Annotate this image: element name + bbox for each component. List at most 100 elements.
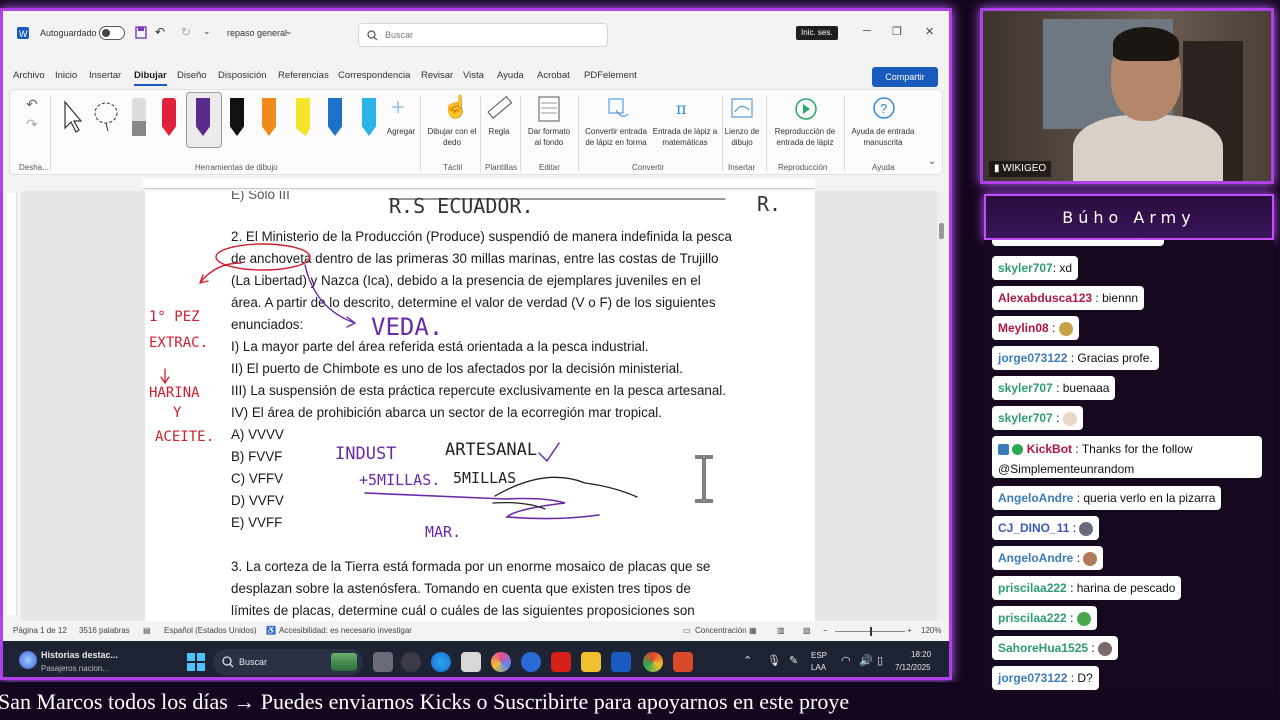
wifi-icon[interactable]: ◠ <box>841 654 851 667</box>
zoom-app-icon[interactable] <box>521 652 541 672</box>
chat-username[interactable]: jorge073122 <box>998 351 1067 365</box>
focus-mode-label[interactable]: Concentración <box>695 626 747 635</box>
edge-browser-icon[interactable] <box>431 652 451 672</box>
input-language-layout[interactable]: LAA <box>811 663 826 672</box>
news-widget-subtitle[interactable]: Pasajeros nacion... <box>41 664 109 673</box>
chat-username[interactable]: skyler707 <box>998 411 1053 425</box>
minimize-button[interactable]: ─ <box>863 25 871 37</box>
draw-finger-label[interactable]: Dibujar con el dedo <box>426 126 478 148</box>
file-explorer-icon[interactable] <box>581 652 601 672</box>
proofing-icon[interactable]: ▤ <box>143 626 151 635</box>
ink-replay-label[interactable]: Reproducción de entrada de lápiz <box>770 126 840 148</box>
highlighter-yellow-icon[interactable] <box>296 98 310 136</box>
tab-disposicion[interactable]: Disposición <box>218 70 267 81</box>
word-taskbar-icon[interactable] <box>611 652 631 672</box>
chat-username[interactable]: Meylin08 <box>998 321 1049 335</box>
chat-username[interactable]: Alexabdusca123 <box>998 291 1092 305</box>
tab-revisar[interactable]: Revisar <box>421 70 453 81</box>
add-pen-label[interactable]: Agregar <box>386 126 416 137</box>
language-status[interactable]: Español (Estados Unidos) <box>164 626 257 635</box>
chat-username[interactable]: priscilaa222 <box>998 581 1067 595</box>
chat-username[interactable]: skyler707 <box>998 261 1053 275</box>
document-page[interactable]: E) Solo III 2. El Ministerio de la Produ… <box>145 191 815 621</box>
tab-insertar[interactable]: Insertar <box>89 70 121 81</box>
app-icon[interactable] <box>401 652 421 672</box>
ink-to-math-icon[interactable]: π <box>674 96 698 122</box>
chat-username[interactable]: KickBot <box>1027 442 1072 456</box>
tab-pdfelement[interactable]: PDFelement <box>584 70 637 81</box>
chat-username[interactable]: priscilaa222 <box>998 611 1067 625</box>
redo-icon[interactable]: ↻ <box>181 25 191 39</box>
format-background-label[interactable]: Dar formato al fondo <box>524 126 574 148</box>
vertical-scrollbar[interactable] <box>937 191 946 621</box>
undo-icon[interactable]: ↶ <box>155 25 165 39</box>
chevron-down-icon[interactable]: ⌄ <box>285 26 293 37</box>
chat-username[interactable]: jorge073122 <box>998 671 1067 685</box>
zoom-level[interactable]: 120% <box>921 626 941 635</box>
pen-blue-icon[interactable] <box>328 98 342 136</box>
zoom-slider-thumb[interactable] <box>870 627 872 636</box>
autosave-toggle[interactable] <box>99 26 125 40</box>
print-layout-icon[interactable]: ▥ <box>777 626 785 635</box>
focus-mode-icon[interactable]: ▭ <box>683 626 691 635</box>
chat-username[interactable]: SahoreHua1525 <box>998 641 1088 655</box>
pen-tray-icon[interactable]: ✎ <box>789 654 798 667</box>
pen-orange-icon[interactable] <box>262 98 276 136</box>
tab-dibujar[interactable]: Dibujar <box>134 70 167 86</box>
scrollbar-thumb[interactable] <box>939 223 944 239</box>
pen-cyan-icon[interactable] <box>362 98 376 136</box>
signin-button[interactable]: Inic. ses. <box>796 26 838 40</box>
read-mode-icon[interactable]: ▦ <box>749 626 757 635</box>
close-button[interactable]: ✕ <box>925 25 934 38</box>
chat-username[interactable]: AngeloAndre <box>998 491 1073 505</box>
copilot-icon[interactable] <box>491 652 511 672</box>
news-widget-title[interactable]: Historias destac... <box>41 650 118 660</box>
collapse-ribbon-icon[interactable]: ⌄ <box>928 156 936 167</box>
task-view-icon[interactable] <box>373 652 393 672</box>
document-name[interactable]: repaso general <box>227 28 287 38</box>
customize-icon[interactable]: ⌄ <box>203 26 211 37</box>
search-input[interactable]: Buscar <box>358 23 608 47</box>
tab-ayuda[interactable]: Ayuda <box>497 70 524 81</box>
taskbar-search[interactable]: Buscar <box>213 649 363 675</box>
drawing-canvas-label[interactable]: Lienzo de dibujo <box>724 126 760 148</box>
battery-icon[interactable]: ▯ <box>877 654 883 667</box>
ruler-label[interactable]: Regla <box>482 126 516 137</box>
draw-finger-icon[interactable]: ☝ <box>442 94 469 120</box>
page-count[interactable]: Página 1 de 12 <box>13 626 67 635</box>
tab-correspondencia[interactable]: Correspondencia <box>338 70 410 81</box>
ruler-icon[interactable] <box>486 96 512 122</box>
zoom-out-button[interactable]: − <box>823 626 828 635</box>
select-arrow-icon[interactable] <box>62 100 82 134</box>
share-button[interactable]: Compartir <box>872 67 938 87</box>
clock-time[interactable]: 18:20 <box>911 650 931 659</box>
weather-news-icon[interactable] <box>19 651 37 669</box>
chat-username[interactable]: AngeloAndre <box>998 551 1073 565</box>
chat-username[interactable]: skyler707 <box>998 381 1053 395</box>
redo-icon[interactable]: ↷ <box>26 116 38 133</box>
chevron-up-icon[interactable]: ⌃ <box>743 654 752 667</box>
ink-replay-icon[interactable] <box>793 96 819 122</box>
chat-username[interactable]: CJ_DINO_11 <box>998 521 1069 535</box>
lasso-select-icon[interactable] <box>92 100 120 132</box>
chrome-icon[interactable] <box>643 652 663 672</box>
ink-to-shape-icon[interactable] <box>606 96 630 122</box>
pen-black-icon[interactable] <box>230 98 244 136</box>
acrobat-icon[interactable] <box>551 652 571 672</box>
restore-button[interactable]: ❐ <box>892 25 902 38</box>
clock-date[interactable]: 7/12/2025 <box>895 663 931 672</box>
word-count[interactable]: 3516 palabras <box>79 626 130 635</box>
tab-inicio[interactable]: Inicio <box>55 70 77 81</box>
tab-diseno[interactable]: Diseño <box>177 70 207 81</box>
tab-archivo[interactable]: Archivo <box>13 70 45 81</box>
format-background-icon[interactable] <box>538 96 560 122</box>
drawing-canvas-icon[interactable] <box>730 96 754 122</box>
chat-messages[interactable]: skyler707: xd Alexabdusca123 : biennn Me… <box>984 240 1274 694</box>
ink-to-shape-label[interactable]: Convertir entrada de lápiz en forma <box>580 126 652 148</box>
pen-red-icon[interactable] <box>162 98 176 136</box>
web-layout-icon[interactable]: ▧ <box>803 626 811 635</box>
ink-layer[interactable]: R.S ECUADOR. R. VEDA. 1° PEZ EXTRAC. HAR… <box>145 191 815 621</box>
tab-vista[interactable]: Vista <box>463 70 484 81</box>
tab-referencias[interactable]: Referencias <box>278 70 329 81</box>
microphone-icon[interactable]: 🎙 <box>767 654 781 667</box>
